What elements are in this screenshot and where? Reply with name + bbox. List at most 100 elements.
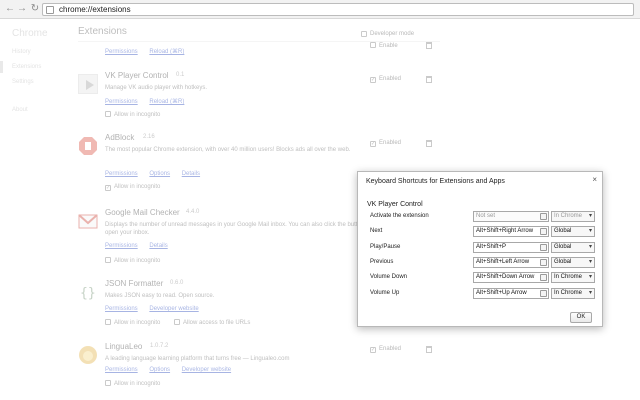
extension-links: Permissions Options Developer website: [105, 367, 241, 373]
details-link[interactable]: Details: [149, 243, 167, 249]
trash-icon[interactable]: [426, 76, 432, 83]
clear-shortcut-icon[interactable]: [540, 228, 547, 235]
developer-website-link[interactable]: Developer website: [149, 306, 198, 312]
clear-shortcut-icon[interactable]: [540, 244, 547, 251]
shortcut-input[interactable]: Alt+Shift+Right Arrow: [473, 226, 549, 237]
reload-link[interactable]: Reload (⌘R): [149, 49, 184, 55]
svg-text:{}: {}: [80, 286, 96, 301]
extension-section-title: VK Player Control: [367, 201, 423, 208]
shortcut-label: Play/Pause: [370, 244, 401, 250]
scope-select[interactable]: Global ▾: [551, 257, 595, 268]
scope-select[interactable]: Global ▾: [551, 226, 595, 237]
braces-icon: {}: [80, 286, 96, 301]
enabled-toggle[interactable]: ✓ Enabled: [370, 346, 401, 353]
close-icon[interactable]: ×: [592, 175, 597, 184]
ext0-enable[interactable]: Enable: [370, 42, 398, 49]
address-bar[interactable]: chrome://extensions: [42, 3, 634, 16]
chevron-down-icon: ▾: [588, 244, 592, 250]
permissions-link[interactable]: Permissions: [105, 99, 138, 105]
extension-name: Google Mail Checker: [105, 208, 180, 217]
trash-icon[interactable]: [426, 140, 432, 147]
allow-incognito[interactable]: ✓ Allow in incognito: [105, 184, 160, 191]
sidebar: Chrome History Extensions Settings About: [0, 20, 70, 400]
sidebar-item-about[interactable]: About: [12, 107, 28, 113]
extension-description: A leading language learning platform tha…: [105, 356, 290, 362]
allow-incognito[interactable]: Allow in incognito: [105, 319, 160, 326]
allow-incognito[interactable]: Allow in incognito: [105, 380, 160, 387]
shortcut-label: Previous: [370, 259, 394, 265]
shortcut-row: Play/Pause Alt+Shift+P Global ▾: [358, 242, 604, 254]
extension-links: Permissions Developer website: [105, 306, 209, 312]
scope-select[interactable]: In Chrome ▾: [551, 211, 595, 222]
extension-links: Permissions Details: [105, 243, 178, 249]
enabled-checkbox[interactable]: ✓: [370, 77, 376, 83]
shortcut-input[interactable]: Alt+Shift+P: [473, 242, 549, 253]
trash-icon[interactable]: [426, 346, 432, 353]
scope-select[interactable]: Global ▾: [551, 242, 595, 253]
json-formatter-icon: {}: [78, 282, 98, 302]
details-link[interactable]: Details: [182, 171, 200, 177]
enable-checkbox[interactable]: [370, 42, 376, 48]
trash-icon[interactable]: [426, 42, 432, 49]
clear-shortcut-icon[interactable]: [540, 274, 547, 281]
permissions-link[interactable]: Permissions: [105, 49, 138, 55]
shortcut-input[interactable]: Alt+Shift+Up Arrow: [473, 288, 549, 299]
scope-select[interactable]: In Chrome ▾: [551, 272, 595, 283]
extension-name: LinguaLeo: [105, 342, 143, 351]
lion-icon: [79, 346, 97, 364]
permissions-link[interactable]: Permissions: [105, 367, 138, 373]
scope-select[interactable]: In Chrome ▾: [551, 288, 595, 299]
forward-button[interactable]: →: [16, 3, 28, 15]
back-button[interactable]: ←: [4, 3, 16, 15]
clear-shortcut-icon[interactable]: [540, 259, 547, 266]
sidebar-item-history[interactable]: History: [12, 49, 31, 55]
shortcut-input[interactable]: Not set: [473, 211, 549, 222]
incognito-checkbox[interactable]: [105, 111, 111, 117]
enabled-checkbox[interactable]: ✓: [370, 141, 376, 147]
clear-shortcut-icon[interactable]: [540, 290, 547, 297]
shortcut-input[interactable]: Alt+Shift+Left Arrow: [473, 257, 549, 268]
options-link[interactable]: Options: [149, 367, 170, 373]
extension-description: Makes JSON easy to read. Open source.: [105, 293, 215, 299]
play-icon: [86, 80, 94, 90]
developer-website-link[interactable]: Developer website: [182, 367, 231, 373]
developer-mode-label: Developer mode: [370, 31, 415, 37]
permissions-link[interactable]: Permissions: [105, 306, 138, 312]
gmail-icon: [78, 211, 98, 231]
allow-incognito[interactable]: Allow in incognito: [105, 111, 160, 118]
clear-shortcut-icon[interactable]: [540, 213, 547, 220]
options-link[interactable]: Options: [149, 171, 170, 177]
permissions-link[interactable]: Permissions: [105, 171, 138, 177]
page-icon: [46, 6, 54, 14]
enabled-toggle[interactable]: ✓ Enabled: [370, 140, 401, 147]
allow-file-urls[interactable]: Allow access to file URLs: [174, 319, 250, 326]
extension-version: 0.6.0: [170, 280, 184, 286]
incognito-checkbox[interactable]: [105, 380, 111, 386]
shortcut-input[interactable]: Alt+Shift+Down Arrow: [473, 272, 549, 283]
stop-sign-icon: [79, 137, 97, 155]
reload-button[interactable]: ↻: [29, 3, 41, 15]
shortcut-label: Activate the extension: [370, 213, 429, 219]
ok-button[interactable]: OK: [570, 312, 592, 323]
enabled-toggle[interactable]: ✓ Enabled: [370, 76, 401, 83]
browser-window: ← → ↻ chrome://extensions Chrome History…: [0, 0, 640, 400]
shortcut-row: Volume Down Alt+Shift+Down Arrow In Chro…: [358, 272, 604, 284]
address-bar-url: chrome://extensions: [59, 5, 131, 14]
sidebar-item-settings[interactable]: Settings: [12, 79, 34, 85]
incognito-checkbox[interactable]: [105, 257, 111, 263]
developer-mode-checkbox[interactable]: [361, 31, 367, 37]
shortcut-row: Activate the extension Not set In Chrome…: [358, 211, 604, 223]
extension-description: The most popular Chrome extension, with …: [105, 147, 351, 153]
sidebar-item-extensions[interactable]: Extensions: [12, 64, 41, 70]
incognito-checkbox[interactable]: [105, 319, 111, 325]
file-urls-checkbox[interactable]: [174, 319, 180, 325]
reload-link[interactable]: Reload (⌘R): [149, 99, 184, 105]
allow-incognito[interactable]: Allow in incognito: [105, 257, 160, 264]
chevron-down-icon: ▾: [588, 259, 592, 265]
chevron-down-icon: ▾: [588, 290, 592, 296]
permissions-link[interactable]: Permissions: [105, 243, 138, 249]
extension-description: Manage VK audio player with hotkeys.: [105, 85, 208, 91]
shortcut-row: Previous Alt+Shift+Left Arrow Global ▾: [358, 257, 604, 269]
incognito-checkbox[interactable]: ✓: [105, 185, 111, 191]
enabled-checkbox[interactable]: ✓: [370, 347, 376, 353]
